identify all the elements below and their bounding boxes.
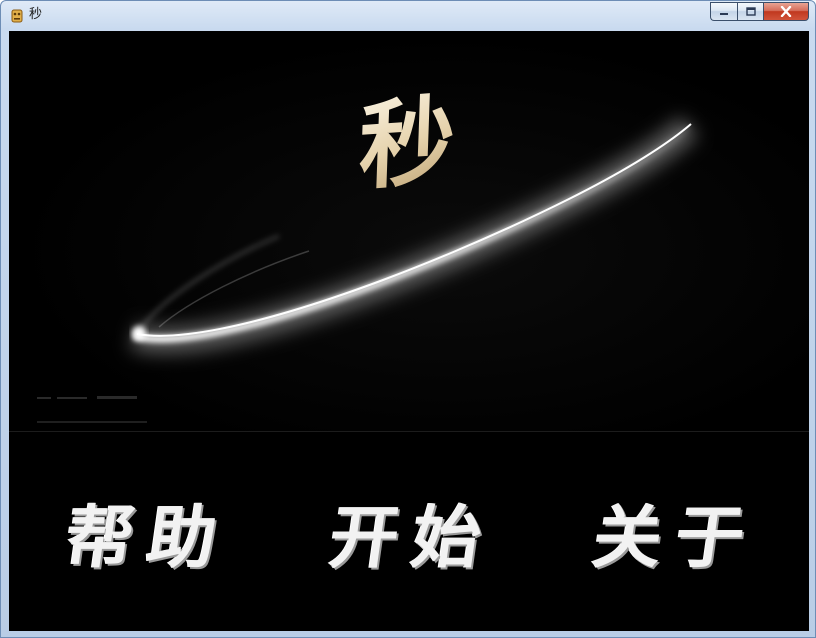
- maximize-icon: [745, 7, 756, 16]
- splash-art: 秒: [9, 31, 809, 432]
- game-canvas[interactable]: 秒 帮助 开始 关于: [9, 31, 809, 631]
- close-icon: [780, 6, 792, 17]
- maximize-button[interactable]: [737, 2, 763, 21]
- app-icon: [11, 9, 23, 23]
- game-logo: 秒: [357, 83, 457, 204]
- main-menu: 帮助 开始 关于: [9, 431, 809, 631]
- title-bar[interactable]: 秒: [1, 1, 815, 30]
- minimize-button[interactable]: [710, 2, 737, 21]
- game-window: 秒 秒 帮助 开始 关于: [0, 0, 816, 638]
- about-button[interactable]: 关于: [580, 481, 774, 581]
- minimize-icon: [720, 12, 728, 15]
- close-button[interactable]: [763, 2, 809, 21]
- caption-buttons: [710, 2, 809, 22]
- faint-texture: [37, 396, 147, 423]
- help-button[interactable]: 帮助: [52, 481, 246, 581]
- start-button[interactable]: 开始: [314, 481, 513, 581]
- window-title: 秒: [29, 7, 43, 22]
